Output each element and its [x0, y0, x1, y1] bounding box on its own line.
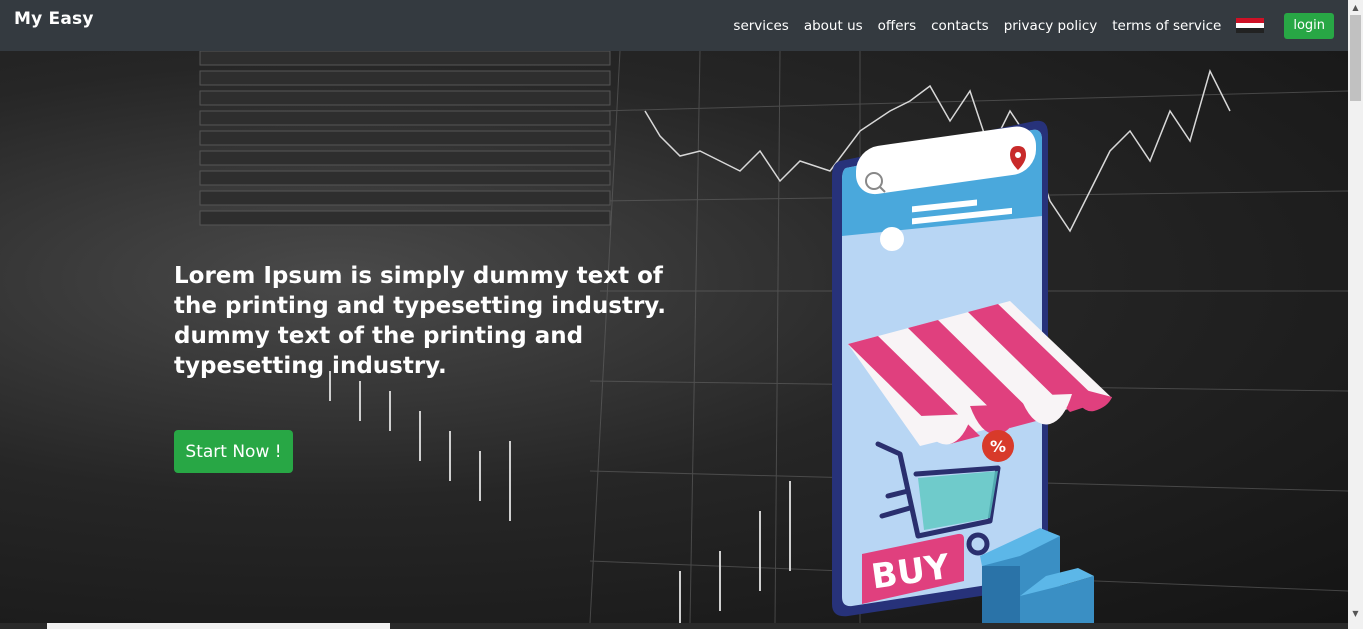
- brand-logo[interactable]: My Easy: [14, 9, 94, 29]
- nav-link-about-us[interactable]: about us: [804, 18, 863, 34]
- top-navbar: My Easy services about us offers contact…: [0, 0, 1348, 51]
- scroll-down-arrow-icon[interactable]: ▼: [1348, 606, 1363, 621]
- egypt-flag-icon[interactable]: [1236, 18, 1265, 33]
- svg-text:%: %: [990, 437, 1006, 456]
- discount-badge: %: [982, 430, 1014, 462]
- scroll-up-arrow-icon[interactable]: ▲: [1348, 0, 1363, 15]
- vertical-scrollbar[interactable]: ▲ ▼: [1348, 0, 1363, 629]
- hero-section: Lorem Ipsum is simply dummy text of the …: [0, 51, 1348, 623]
- mobile-shop-illustration: % BUY: [832, 120, 1112, 623]
- horizontal-scrollbar[interactable]: [0, 623, 1348, 629]
- nav-links: services about us offers contacts privac…: [733, 0, 1348, 51]
- nav-link-privacy-policy[interactable]: privacy policy: [1004, 18, 1098, 34]
- nav-link-contacts[interactable]: contacts: [931, 18, 989, 34]
- nav-link-terms-of-service[interactable]: terms of service: [1112, 18, 1221, 34]
- nav-link-services[interactable]: services: [733, 18, 788, 34]
- hero-headline: Lorem Ipsum is simply dummy text of the …: [174, 263, 666, 379]
- nav-link-offers[interactable]: offers: [878, 18, 916, 34]
- login-button[interactable]: login: [1284, 12, 1334, 39]
- horizontal-scrollbar-thumb[interactable]: [47, 623, 390, 629]
- start-now-button[interactable]: Start Now !: [174, 430, 293, 473]
- vertical-scrollbar-thumb[interactable]: [1350, 15, 1361, 101]
